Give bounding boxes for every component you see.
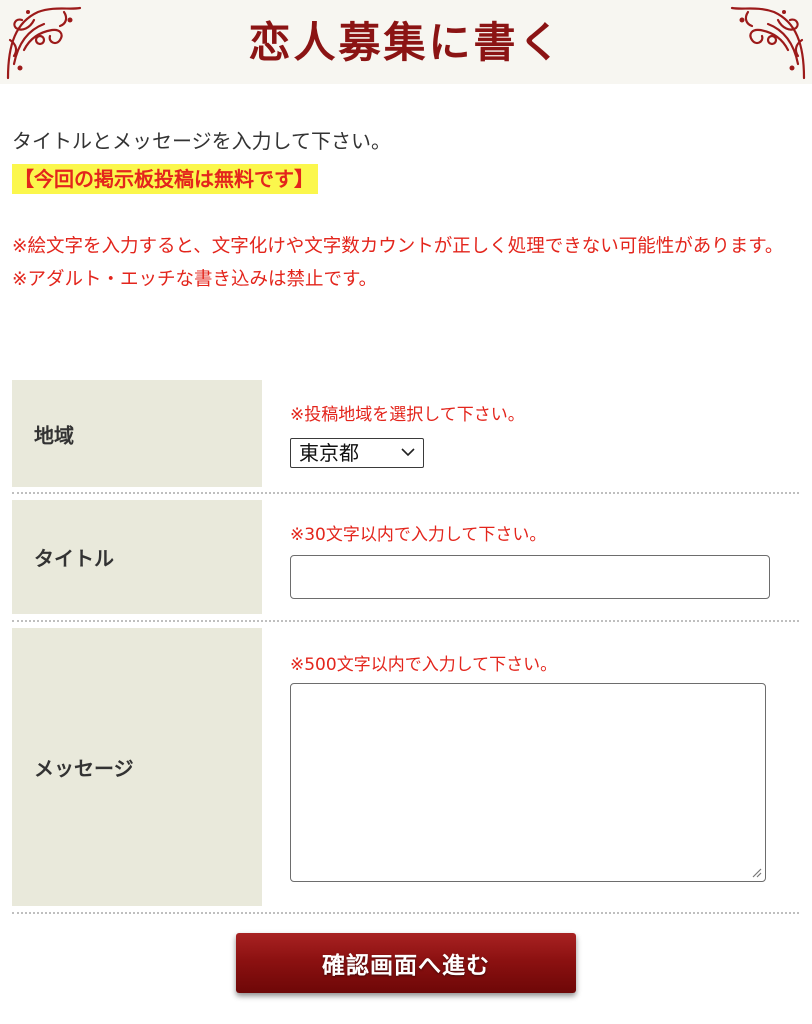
region-select[interactable]: 東京都 — [290, 438, 424, 468]
form-row-region: 地域 ※投稿地域を選択して下さい。 東京都 — [12, 380, 799, 487]
title-hint: ※30文字以内で入力して下さい。 — [290, 525, 547, 545]
region-select-value: 東京都 — [299, 441, 359, 465]
confirm-button[interactable]: 確認画面へ進む — [236, 933, 576, 993]
warning-emoji-note: ※絵文字を入力すると、文字化けや文字数カウントが正しく処理できない可能性がありま… — [12, 236, 784, 257]
chevron-down-icon — [401, 448, 415, 457]
message-label: メッセージ — [34, 756, 134, 781]
message-hint: ※500文字以内で入力して下さい。 — [290, 655, 558, 675]
free-notice-badge: 【今回の掲示板投稿は無料です】 — [12, 164, 318, 194]
warning-adult-note: ※アダルト・エッチな書き込みは禁止です。 — [12, 269, 378, 290]
region-label: 地域 — [34, 423, 74, 447]
warning-notes: ※絵文字を入力すると、文字化けや文字数カウントが正しく処理できない可能性がありま… — [12, 230, 804, 296]
message-label-cell: メッセージ — [12, 628, 262, 906]
title-label-cell: タイトル — [12, 500, 262, 614]
form-row-title: タイトル ※30文字以内で入力して下さい。 — [12, 500, 799, 614]
row-divider — [12, 912, 799, 914]
form-row-message: メッセージ ※500文字以内で入力して下さい。 — [12, 628, 799, 906]
row-divider — [12, 620, 799, 622]
region-label-cell: 地域 — [12, 380, 262, 487]
page-header: 恋人募集に書く — [0, 0, 812, 84]
title-label: タイトル — [34, 546, 114, 571]
page: 恋人募集に書く タイトルとメッセージを入力して下さい。 【今回の掲示板投稿は無料… — [0, 0, 812, 1024]
message-textarea[interactable] — [290, 683, 766, 882]
page-title: 恋人募集に書く — [248, 18, 564, 67]
title-input[interactable] — [290, 555, 770, 599]
region-hint: ※投稿地域を選択して下さい。 — [290, 405, 525, 425]
intro-text: タイトルとメッセージを入力して下さい。 — [12, 129, 391, 153]
row-divider — [12, 492, 799, 494]
resize-grip-icon[interactable] — [750, 866, 762, 878]
